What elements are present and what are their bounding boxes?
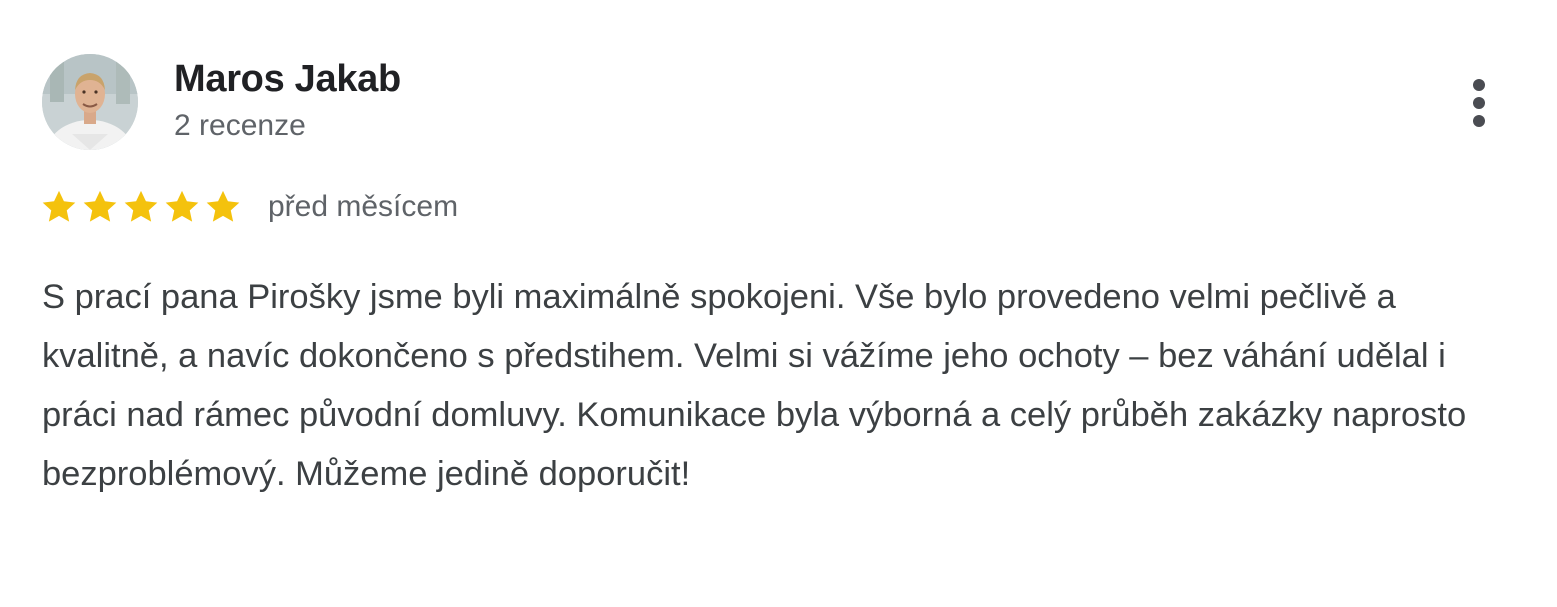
- review-date: před měsícem: [268, 190, 459, 223]
- author-name[interactable]: Maros Jakab: [174, 56, 401, 102]
- more-options-button[interactable]: [1456, 72, 1502, 134]
- star-icon: [83, 190, 117, 222]
- star-icon: [165, 190, 199, 222]
- rating-row: před měsícem: [40, 184, 458, 230]
- star-icon: [206, 190, 240, 222]
- review-count[interactable]: 2 recenze: [174, 106, 306, 146]
- star-icon: [124, 190, 158, 222]
- review-card: Maros Jakab 2 recenze před měsícem S pra…: [0, 0, 1557, 607]
- avatar-photo: [42, 54, 138, 150]
- review-text: S prací pana Pirošky jsme byli maximálně…: [42, 278, 1467, 493]
- star-rating: [40, 188, 242, 226]
- avatar[interactable]: [42, 54, 138, 150]
- star-icon: [42, 190, 76, 222]
